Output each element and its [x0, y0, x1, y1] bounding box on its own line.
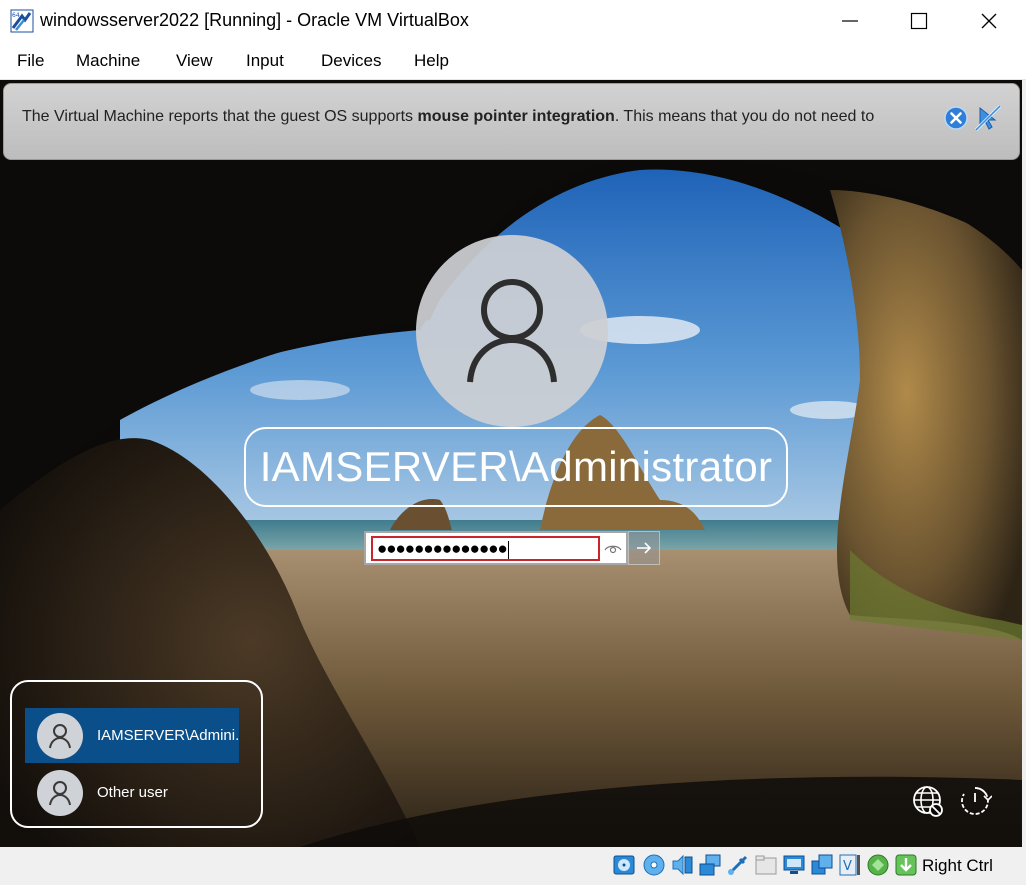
eye-icon[interactable]: [603, 539, 623, 559]
password-focus-ring: ●●●●●●●●●●●●●●: [371, 536, 600, 561]
power-options-icon[interactable]: [958, 784, 992, 818]
user-entry-label: IAMSERVER\Admini...: [97, 727, 239, 744]
user-name: IAMSERVER\Administrator: [259, 443, 773, 490]
shared-folders-icon[interactable]: [754, 853, 778, 877]
mouse-integration-off-icon[interactable]: [974, 104, 1002, 132]
virtualbox-icon: 64: [10, 9, 34, 33]
user-entry-administrator[interactable]: IAMSERVER\Admini...: [25, 708, 239, 763]
close-circle-icon[interactable]: [944, 106, 968, 130]
vm-display[interactable]: The Virtual Machine reports that the gue…: [0, 80, 1022, 847]
password-input[interactable]: ●●●●●●●●●●●●●●: [364, 531, 628, 565]
mouse-integration-notification: The Virtual Machine reports that the gue…: [3, 83, 1020, 160]
user-avatar: [416, 235, 608, 427]
user-icon: [49, 780, 71, 805]
window-title: windowsserver2022 [Running] - Oracle VM …: [40, 10, 469, 30]
vrde-icon[interactable]: V: [838, 853, 862, 877]
host-key-label: Right Ctrl: [922, 856, 993, 875]
title-bar: 64 windowsserver2022 [Running] - Oracle …: [0, 0, 1026, 42]
menu-help[interactable]: Help: [414, 51, 449, 71]
menu-machine[interactable]: Machine: [76, 51, 140, 71]
status-bar: V Right Ctrl: [0, 847, 1026, 885]
display-icon[interactable]: [782, 853, 806, 877]
usb-icon[interactable]: [726, 853, 750, 877]
user-entry-other-user[interactable]: Other user: [25, 765, 239, 820]
optical-drive-icon[interactable]: [642, 853, 666, 877]
avatar: [37, 712, 83, 759]
network-globe-icon[interactable]: [911, 784, 945, 818]
keyboard-capture-icon[interactable]: [894, 853, 918, 877]
cpu-execution-icon[interactable]: [866, 853, 890, 877]
menu-input[interactable]: Input: [246, 51, 284, 71]
minimize-icon: [842, 20, 858, 22]
password-mask: ●●●●●●●●●●●●●●: [377, 539, 509, 559]
notification-text: The Virtual Machine reports that the gue…: [22, 108, 875, 125]
password-field-group: ●●●●●●●●●●●●●●: [364, 531, 660, 565]
maximize-button[interactable]: [884, 0, 954, 42]
recording-icon[interactable]: [810, 853, 834, 877]
user-entry-label: Other user: [97, 784, 168, 801]
audio-icon[interactable]: [670, 853, 694, 877]
hard-disk-icon[interactable]: [612, 853, 636, 877]
maximize-icon: [910, 12, 928, 30]
close-icon: [981, 13, 997, 29]
close-button[interactable]: [954, 0, 1024, 42]
user-switcher: IAMSERVER\Admini... Other user: [10, 680, 263, 828]
user-icon: [467, 279, 557, 383]
network-icon[interactable]: [698, 853, 722, 877]
svg-text:V: V: [843, 859, 852, 874]
window-edge: [1022, 80, 1026, 847]
submit-button[interactable]: [628, 531, 660, 565]
minimize-button[interactable]: [815, 0, 885, 42]
user-name-frame: IAMSERVER\Administrator: [244, 427, 788, 507]
arrow-right-icon: [637, 542, 652, 554]
menu-view[interactable]: View: [176, 51, 213, 71]
user-icon: [49, 723, 71, 748]
avatar: [37, 769, 83, 816]
svg-text:64: 64: [12, 12, 20, 19]
menu-file[interactable]: File: [17, 51, 44, 71]
menu-bar: File Machine View Input Devices Help: [0, 42, 1026, 80]
menu-devices[interactable]: Devices: [321, 51, 381, 71]
